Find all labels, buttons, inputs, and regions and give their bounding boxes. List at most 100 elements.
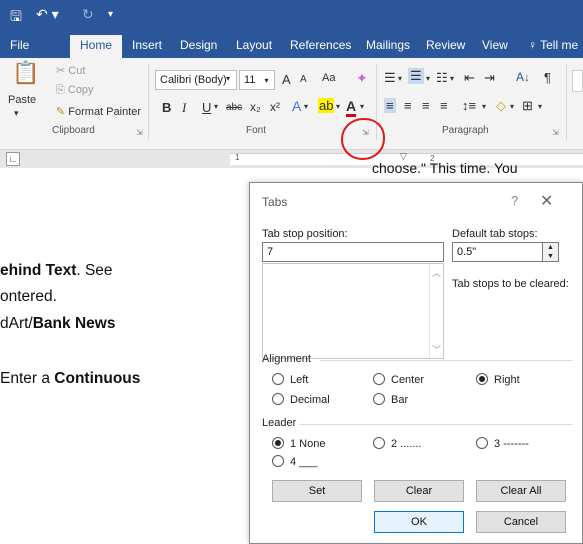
- highlight-dropdown-icon[interactable]: ▾: [336, 102, 340, 111]
- shading-dropdown-icon[interactable]: ▾: [510, 102, 514, 111]
- underline-dropdown-icon[interactable]: ▾: [214, 102, 218, 111]
- tab-stop-list[interactable]: ︿ ﹀: [262, 263, 444, 359]
- leader-4-underline-radio[interactable]: [272, 455, 284, 467]
- paste-icon[interactable]: 📋: [12, 60, 39, 86]
- line-spacing-dropdown-icon[interactable]: ▾: [482, 102, 486, 111]
- close-icon[interactable]: ✕: [540, 191, 553, 211]
- bullets-dropdown-icon[interactable]: ▾: [398, 74, 402, 83]
- cut-button[interactable]: ✂ Cut: [56, 64, 85, 77]
- bold-button[interactable]: B: [162, 100, 171, 115]
- text-effects-icon[interactable]: A: [292, 98, 301, 114]
- format-painter-button[interactable]: ✎ Format Painter: [56, 105, 141, 118]
- leader-2-dots-radio[interactable]: [373, 437, 385, 449]
- justify-icon[interactable]: ≡: [440, 98, 448, 113]
- scroll-up-icon[interactable]: ︿: [432, 266, 441, 279]
- tab-file[interactable]: File: [10, 38, 29, 52]
- shading-icon[interactable]: ◇: [496, 98, 506, 114]
- customize-qat-icon[interactable]: ▾: [108, 9, 113, 20]
- brush-icon: ✎: [56, 106, 66, 118]
- paste-dropdown-icon[interactable]: ▾: [14, 108, 19, 119]
- align-decimal-label[interactable]: Decimal: [290, 394, 330, 406]
- underline-button[interactable]: U: [202, 100, 211, 115]
- list-scrollbar[interactable]: ︿ ﹀: [429, 264, 443, 358]
- borders-icon[interactable]: ⊞: [522, 98, 533, 114]
- tab-home[interactable]: Home: [70, 35, 123, 58]
- save-icon[interactable]: 🖫: [10, 6, 22, 30]
- clear-formatting-icon[interactable]: ✦: [356, 70, 368, 87]
- spin-up-icon[interactable]: ▲: [543, 243, 558, 252]
- help-icon[interactable]: ?: [511, 193, 518, 208]
- tab-mailings[interactable]: Mailings: [366, 38, 410, 52]
- tab-selector-icon[interactable]: ∟: [6, 152, 20, 166]
- align-right-icon[interactable]: ≡: [422, 98, 430, 113]
- leader-3-dashes-label[interactable]: 3 -------: [494, 438, 529, 450]
- tab-design[interactable]: Design: [180, 38, 217, 52]
- tab-review[interactable]: Review: [426, 38, 465, 52]
- leader-4-underline-label[interactable]: 4 ___: [290, 456, 318, 468]
- clear-button[interactable]: Clear: [374, 480, 464, 502]
- tab-references[interactable]: References: [290, 38, 351, 52]
- numbering-dropdown-icon[interactable]: ▾: [426, 74, 430, 83]
- multilevel-dropdown-icon[interactable]: ▾: [450, 74, 454, 83]
- align-bar-label[interactable]: Bar: [391, 394, 408, 406]
- shrink-font-icon[interactable]: A: [300, 74, 307, 85]
- decrease-indent-icon[interactable]: ⇤: [464, 70, 475, 86]
- leader-3-dashes-radio[interactable]: [476, 437, 488, 449]
- subscript-button[interactable]: x₂: [250, 100, 261, 114]
- leader-1-none-label[interactable]: 1 None: [290, 438, 325, 450]
- default-tab-stops-input[interactable]: 0.5": [452, 242, 543, 262]
- set-button[interactable]: Set: [272, 480, 362, 502]
- align-left-label[interactable]: Left: [290, 374, 308, 386]
- align-center-radio[interactable]: [373, 373, 385, 385]
- font-color-icon[interactable]: A: [346, 98, 357, 117]
- tab-view[interactable]: View: [482, 38, 508, 52]
- scroll-down-icon[interactable]: ﹀: [432, 343, 441, 356]
- font-name-dropdown-icon[interactable]: ▾: [226, 74, 230, 83]
- align-right-label[interactable]: Right: [494, 374, 520, 386]
- font-color-dropdown-icon[interactable]: ▾: [360, 102, 364, 111]
- bullets-icon[interactable]: ☰: [384, 70, 396, 86]
- italic-button[interactable]: I: [182, 100, 186, 116]
- undo-icon[interactable]: ↶ ▾: [36, 6, 59, 23]
- align-decimal-radio[interactable]: [272, 393, 284, 405]
- default-tab-stops-label: Default tab stops:: [452, 228, 538, 240]
- align-bar-radio[interactable]: [373, 393, 385, 405]
- change-case-button[interactable]: Aa: [322, 72, 335, 84]
- ok-button[interactable]: OK: [374, 511, 464, 533]
- superscript-button[interactable]: x²: [270, 100, 280, 114]
- font-size-box[interactable]: 11 ▾: [239, 70, 275, 90]
- cancel-button[interactable]: Cancel: [476, 511, 566, 533]
- tab-insert[interactable]: Insert: [132, 38, 162, 52]
- spin-down-icon[interactable]: ▼: [543, 252, 558, 261]
- strikethrough-button[interactable]: abc: [226, 102, 242, 113]
- paste-button[interactable]: Paste: [8, 94, 36, 106]
- styles-gallery-edge[interactable]: [572, 70, 583, 92]
- borders-dropdown-icon[interactable]: ▾: [538, 102, 542, 111]
- clipboard-launcher-icon[interactable]: ⇲: [136, 128, 143, 137]
- default-tab-stops-spinner[interactable]: ▲ ▼: [543, 242, 559, 262]
- leader-2-dots-label[interactable]: 2 .......: [391, 438, 422, 450]
- align-left-icon[interactable]: ≡: [384, 98, 396, 113]
- line-spacing-icon[interactable]: ↕≡: [462, 98, 476, 113]
- align-center-label[interactable]: Center: [391, 374, 424, 386]
- redo-icon[interactable]: ↻: [82, 6, 94, 23]
- paragraph-dialog-launcher-icon[interactable]: ⇲: [552, 128, 559, 137]
- increase-indent-icon[interactable]: ⇥: [484, 70, 495, 86]
- align-right-radio[interactable]: [476, 373, 488, 385]
- highlight-icon[interactable]: ab: [318, 98, 335, 113]
- show-hide-pilcrow-icon[interactable]: ¶: [544, 70, 551, 85]
- leader-1-none-radio[interactable]: [272, 437, 284, 449]
- grow-font-icon[interactable]: A: [282, 72, 291, 87]
- align-left-radio[interactable]: [272, 373, 284, 385]
- text-effects-dropdown-icon[interactable]: ▾: [304, 102, 308, 111]
- copy-button[interactable]: ⎘ Copy: [56, 84, 94, 97]
- tab-tell-me[interactable]: ♀ Tell me: [528, 38, 578, 52]
- align-center-icon[interactable]: ≡: [404, 98, 412, 113]
- tab-stop-position-input[interactable]: 7: [262, 242, 444, 262]
- numbering-icon[interactable]: ☰: [408, 68, 424, 84]
- font-name-box[interactable]: Calibri (Body): [155, 70, 237, 90]
- clear-all-button[interactable]: Clear All: [476, 480, 566, 502]
- sort-icon[interactable]: A↓: [516, 70, 530, 84]
- multilevel-list-icon[interactable]: ☷: [436, 70, 448, 86]
- tab-layout[interactable]: Layout: [236, 38, 272, 52]
